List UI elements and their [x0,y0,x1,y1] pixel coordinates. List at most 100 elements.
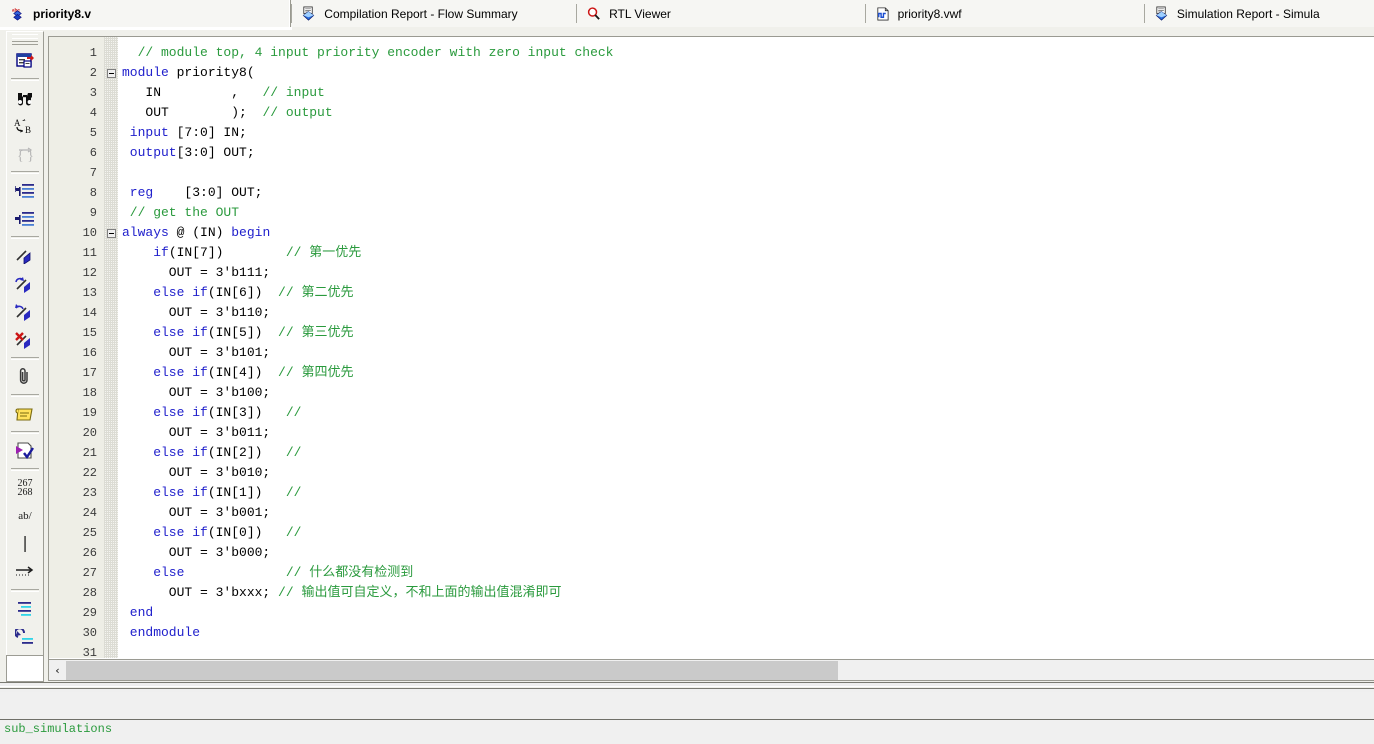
code-line[interactable]: else if(IN[0]) // [122,523,1374,543]
scrollbar-track[interactable] [66,660,1374,680]
fold-cell [104,423,118,443]
code-line[interactable]: OUT = 3'bxxx; // 输出值可自定义，不和上面的输出值混淆即可 [122,583,1374,603]
code-line[interactable]: endmodule [122,623,1374,643]
fold-collapse-icon[interactable] [106,68,116,78]
undo-wrap-icon[interactable] [10,623,40,651]
fold-cell [104,403,118,423]
code-token-kw: begin [231,225,271,240]
code-line[interactable]: end [122,603,1374,623]
line-number: 7 [89,166,97,180]
code-line[interactable]: else if(IN[5]) // 第三优先 [122,323,1374,343]
run-check-icon[interactable] [10,437,40,465]
code-line[interactable]: OUT = 3'b001; [122,503,1374,523]
code-line[interactable]: else if(IN[4]) // 第四优先 [122,363,1374,383]
fold-cell[interactable] [104,223,118,243]
editor-horizontal-scrollbar[interactable]: ‹ [49,659,1374,680]
pane-divider-upper[interactable] [0,682,1374,687]
fold-cell [104,623,118,643]
code-line[interactable]: OUT = 3'b101; [122,343,1374,363]
code-line[interactable]: OUT = 3'b111; [122,263,1374,283]
line-number: 16 [82,346,97,360]
clear-bookmarks-icon[interactable] [10,326,40,354]
code-token-kw: output [122,145,177,160]
code-line[interactable]: always @ (IN) begin [122,223,1374,243]
code-token-cm: // [278,365,302,380]
toolbar-separator [11,589,39,592]
code-line[interactable] [122,643,1374,658]
fold-collapse-icon[interactable] [106,228,116,238]
code-line[interactable]: // module top, 4 input priority encoder … [122,43,1374,63]
quartus-editor-window: abc priority8.v Compilation Report - Flow … [0,0,1374,744]
line-number: 24 [82,506,97,520]
code-line[interactable]: reg [3:0] OUT; [122,183,1374,203]
increase-indent-icon[interactable] [10,177,40,205]
find-binoculars-icon[interactable] [10,84,40,112]
comment-note-icon[interactable] [10,400,40,428]
decrease-indent-icon[interactable] [10,205,40,233]
code-line[interactable]: // get the OUT [122,203,1374,223]
line-numbers-icon[interactable]: 267 268 [10,474,40,502]
code-line[interactable]: else if(IN[6]) // 第二优先 [122,283,1374,303]
code-token-pl: (IN[5]) [207,325,279,340]
code-line[interactable]: else if(IN[3]) // [122,403,1374,423]
line-number: 22 [82,466,97,480]
line-number: 15 [82,326,97,340]
show-whitespace-icon[interactable]: ab/ [10,502,40,530]
code-folding-margin[interactable] [104,37,118,658]
line-number: 11 [82,246,97,260]
code-editor-body[interactable]: 1 2 3 4 5 6 7 8 9 10 11 12 13 14 15 16 17 18 19 20 21 22 23 24 2… [49,37,1374,658]
fold-cell [104,563,118,583]
tab-priority8-vwf[interactable]: priority8.vwf [864,0,1144,27]
previous-bookmark-icon[interactable] [10,298,40,326]
tab-priority8-v[interactable]: abc priority8.v [0,0,292,27]
braces-match-icon[interactable]: { } [10,140,40,168]
code-line[interactable]: OUT = 3'b110; [122,303,1374,323]
code-token-cjk: 输出值可自定义，不和上面的输出值混淆即可 [301,585,562,600]
code-token-kw: else if [122,365,208,380]
scroll-left-arrow-icon[interactable]: ‹ [49,661,66,680]
code-token-pl: (IN[1]) [207,485,286,500]
replace-ab-icon[interactable]: A B [10,112,40,140]
tab-rtl-viewer[interactable]: RTL Viewer [576,0,865,27]
toggle-bookmark-icon[interactable] [10,242,40,270]
fold-cell [104,483,118,503]
code-line[interactable]: OUT = 3'b100; [122,383,1374,403]
code-line[interactable]: OUT = 3'b010; [122,463,1374,483]
fold-cell [104,603,118,623]
code-line[interactable]: else if(IN[1]) // [122,483,1374,503]
paperclip-icon[interactable] [10,363,40,391]
line-numbers-label: 267 268 [17,478,33,498]
waveform-icon [875,6,891,22]
toolbar-drag-handle[interactable] [12,34,38,45]
next-bookmark-icon[interactable] [10,270,40,298]
code-line[interactable]: else if(IN[2]) // [122,443,1374,463]
code-text-area[interactable]: // module top, 4 input priority encoder … [118,37,1374,658]
column-guide-icon[interactable] [10,530,40,558]
code-line[interactable]: OUT = 3'b000; [122,543,1374,563]
scrollbar-thumb[interactable] [66,660,838,680]
code-token-cm: // [285,445,302,460]
code-line[interactable] [122,163,1374,183]
code-line[interactable]: IN , // input [122,83,1374,103]
code-line[interactable]: if(IN[7]) // 第一优先 [122,243,1374,263]
fold-cell[interactable] [104,63,118,83]
code-token-cjk: 第二优先 [301,285,354,300]
code-line[interactable]: OUT = 3'b011; [122,423,1374,443]
code-line[interactable]: module priority8( [122,63,1374,83]
line-number: 26 [82,546,97,560]
tab-arrow-icon[interactable] [10,558,40,586]
fold-cell [104,243,118,263]
tab-compilation-report-flow-summary[interactable]: Compilation Report - Flow Summary [291,0,577,27]
insert-template-icon[interactable] [10,47,40,75]
code-editor[interactable]: 1 2 3 4 5 6 7 8 9 10 11 12 13 14 15 16 17 18 19 20 21 22 23 24 2… [48,36,1374,681]
toolbar-separator [11,468,39,471]
code-line[interactable]: input [7:0] IN; [122,123,1374,143]
code-line[interactable]: OUT ); // output [122,103,1374,123]
word-wrap-icon[interactable] [10,595,40,623]
code-token-cjk: 什么都没有检测到 [309,565,414,580]
code-line[interactable]: output[3:0] OUT; [122,143,1374,163]
code-line[interactable]: else // 什么都没有检测到 [122,563,1374,583]
tab-simulation-report-simula[interactable]: Simulation Report - Simula [1143,0,1374,27]
line-number: 6 [89,146,97,160]
code-token-kw: if [122,245,169,260]
